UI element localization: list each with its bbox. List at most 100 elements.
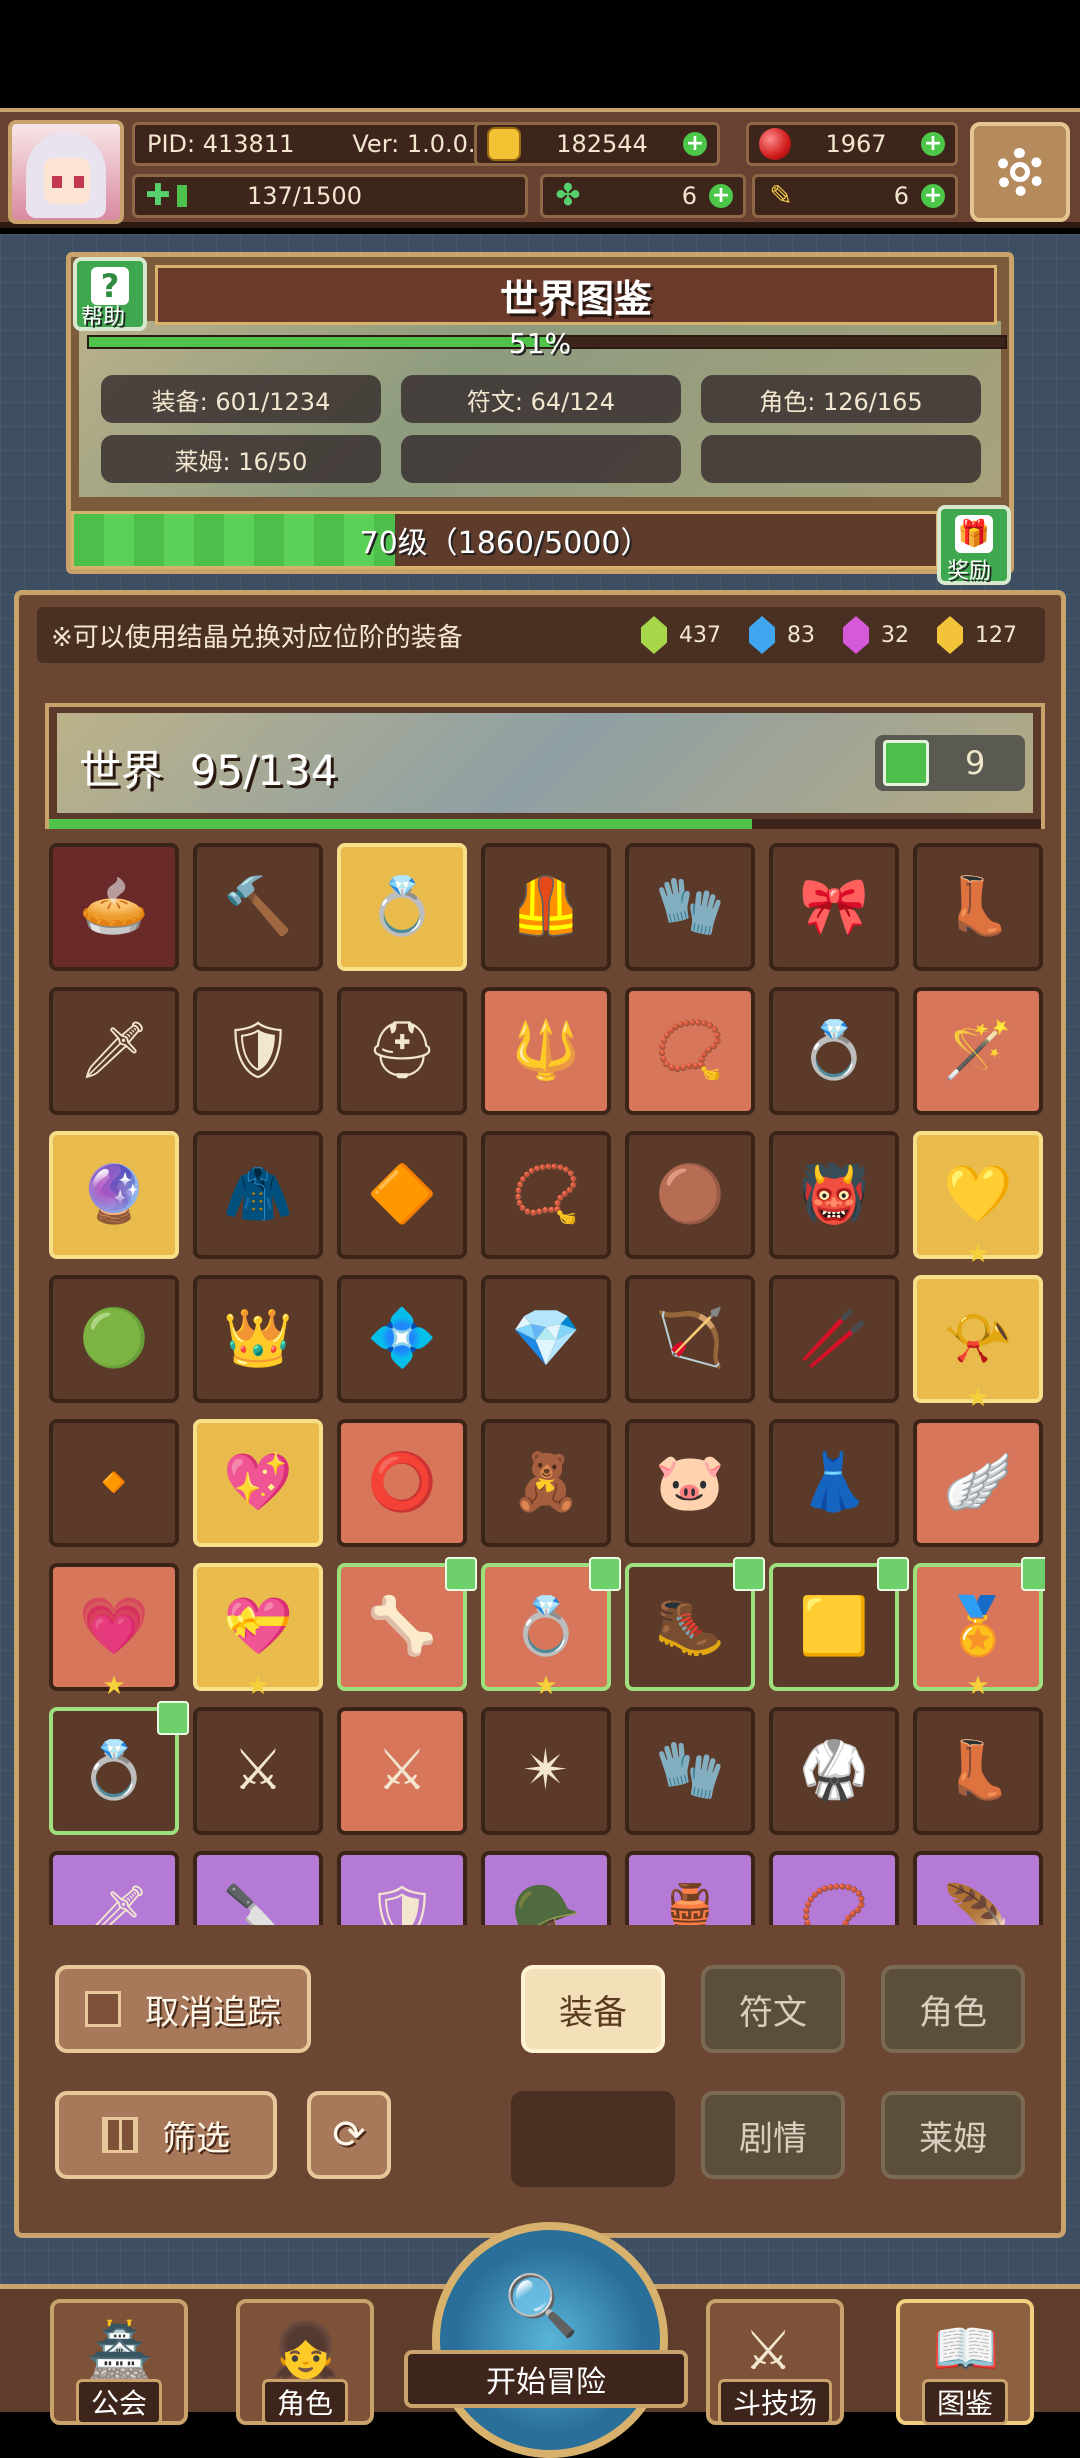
settings-button[interactable] <box>970 122 1070 222</box>
crystal-crest-item[interactable]: 🔱 <box>481 987 611 1115</box>
bow-item[interactable]: 🏹 <box>625 1275 755 1403</box>
purple-sword-item[interactable]: 🗡 <box>49 1851 179 1925</box>
crossed-swords-item[interactable]: ⚔ <box>193 1707 323 1835</box>
purple-feather-item[interactable]: 🪶 <box>913 1851 1043 1925</box>
ring-item[interactable]: 💍 <box>337 843 467 971</box>
filter-label: 筛选 <box>162 2118 230 2159</box>
fire-emblem-icon: 🔸 <box>79 1450 149 1515</box>
orb-item[interactable]: 🔮 <box>49 1131 179 1259</box>
untrack-button[interactable]: 取消追踪 <box>55 1965 311 2053</box>
player-id: PID: 413811 <box>147 130 295 158</box>
cross-emblem-item[interactable]: ✴ <box>481 1707 611 1835</box>
winged-heart-item[interactable]: 🪽 <box>913 1419 1043 1547</box>
dress-item[interactable]: 👗 <box>769 1419 899 1547</box>
magnifier-icon: 🔍 <box>504 2271 579 2341</box>
dark-glove-icon: 🧤 <box>655 1738 725 1803</box>
tab-characters[interactable]: 角色 <box>881 1965 1025 2053</box>
dress-icon: 👗 <box>799 1450 869 1515</box>
tracked-thumb-icon <box>877 1557 909 1591</box>
glove-item[interactable]: 🧤 <box>625 843 755 971</box>
dark-armor-item[interactable]: 🥋 <box>769 1707 899 1835</box>
jewel-necklace-item[interactable]: 💎 <box>481 1275 611 1403</box>
jewel-ring-item[interactable]: 💍 ★ <box>481 1557 621 1701</box>
nav-guild[interactable]: 🏯 公会 <box>50 2299 188 2425</box>
mace-item[interactable]: 🔨 <box>193 843 323 971</box>
necklace-item[interactable]: 📿 <box>625 987 755 1115</box>
gold-necklace-item[interactable]: 💛 ★ <box>913 1131 1043 1269</box>
dark-glove-item[interactable]: 🧤 <box>625 1707 755 1835</box>
refresh-button[interactable]: ⟳ <box>307 2091 391 2179</box>
gold-band-item[interactable]: 📯 ★ <box>913 1275 1043 1413</box>
reward-button[interactable]: 🎁 奖励 <box>937 505 1011 585</box>
character-icon: 👧 <box>272 2319 340 2382</box>
pig-hat-item[interactable]: 🐷 <box>625 1419 755 1547</box>
help-button[interactable]: ? 帮助 <box>73 257 147 331</box>
helmet-item[interactable]: ⛑ <box>337 987 467 1115</box>
add-gold-button[interactable]: + <box>683 132 707 156</box>
start-adventure-button[interactable]: 🔍 开始冒险 <box>392 2222 692 2458</box>
green-ring-item[interactable]: 🟢 <box>49 1275 179 1403</box>
player-avatar[interactable] <box>8 120 124 224</box>
nav-arena[interactable]: ⚔ 斗技场 <box>706 2299 844 2425</box>
purple-necklace-item[interactable]: 📿 <box>769 1851 899 1925</box>
tab-story[interactable]: 剧情 <box>701 2091 845 2179</box>
tab-runes[interactable]: 符文 <box>701 1965 845 2053</box>
star-icon: ★ <box>246 1671 270 1701</box>
likes-box[interactable]: 9 <box>875 735 1025 791</box>
orb-icon: 🔮 <box>79 1162 149 1227</box>
reward-label: 奖励 <box>947 559 992 584</box>
nav-character[interactable]: 👧 角色 <box>236 2299 374 2425</box>
nav-compendium[interactable]: 📖 图鉴 <box>896 2299 1034 2425</box>
medal-necklace-item[interactable]: 🏅 ★ <box>913 1557 1045 1701</box>
staff-item[interactable]: 🥢 <box>769 1275 899 1403</box>
purple-dagger-item[interactable]: 🔪 <box>193 1851 323 1925</box>
amulet-item[interactable]: 🔶 <box>337 1131 467 1259</box>
winged-ring-item[interactable]: 💝 ★ <box>193 1563 323 1701</box>
ring-icon: 💍 <box>367 874 437 939</box>
dark-ring-item[interactable]: 💍 <box>49 1701 189 1835</box>
stone-ring-item[interactable]: 🟤 <box>625 1131 755 1259</box>
heart-flame-item[interactable]: 💖 <box>193 1419 323 1547</box>
fire-emblem-item[interactable]: 🔸 <box>49 1419 179 1547</box>
pink-heart-necklace-item[interactable]: 💗 ★ <box>49 1563 179 1701</box>
empty-slot <box>511 2091 675 2187</box>
gold-bone-item[interactable]: 🦴 <box>337 1557 477 1691</box>
gold-plate-item[interactable]: 🟨 <box>769 1557 909 1691</box>
boots-item[interactable]: 👢 <box>913 843 1043 971</box>
purple-shield-item[interactable]: 🛡 <box>337 1851 467 1925</box>
crown-item[interactable]: 👑 <box>193 1275 323 1403</box>
tab-equipment[interactable]: 装备 <box>521 1965 665 2053</box>
armor-item[interactable]: 🦺 <box>481 843 611 971</box>
dark-necklace-item[interactable]: 📿 <box>481 1131 611 1259</box>
add-key-button[interactable]: + <box>921 184 945 208</box>
shield-item[interactable]: 🛡 <box>193 987 323 1115</box>
belt-item[interactable]: 🎀 <box>769 843 899 971</box>
gold-boots-item[interactable]: 🥾 <box>625 1557 765 1691</box>
tab-slime[interactable]: 莱姆 <box>881 2091 1025 2179</box>
teddy-item[interactable]: 🧸 <box>481 1419 611 1547</box>
flame-ring-item[interactable]: ⭕ <box>337 1419 467 1547</box>
gold-necklace-icon: 💛 <box>943 1162 1013 1227</box>
red-swords-item[interactable]: ⚔ <box>337 1707 467 1835</box>
clover-icon: ✤ <box>555 178 581 213</box>
world-progress-fill <box>49 819 753 829</box>
cloak-item[interactable]: 🧥 <box>193 1131 323 1259</box>
gem-emblem-item[interactable]: 💠 <box>337 1275 467 1403</box>
hat-item[interactable]: 🥧 <box>49 843 179 971</box>
add-clover-button[interactable]: + <box>709 184 733 208</box>
red-swords-icon: ⚔ <box>376 1738 428 1803</box>
sword-item[interactable]: 🗡 <box>49 987 179 1115</box>
wand-item[interactable]: 🪄 <box>913 987 1043 1115</box>
heart-flame-icon: 💖 <box>223 1450 293 1515</box>
add-ruby-button[interactable]: + <box>920 132 945 156</box>
purple-armor-item[interactable]: 🏺 <box>625 1851 755 1925</box>
dark-boots-item[interactable]: 👢 <box>913 1707 1043 1835</box>
filter-button[interactable]: 筛选 <box>55 2091 277 2179</box>
necklace-icon: 📿 <box>655 1018 725 1083</box>
gold-crystal-icon <box>937 616 963 654</box>
demon-armor-item[interactable]: 👹 <box>769 1131 899 1259</box>
winged-ring-icon: 💝 <box>223 1594 293 1659</box>
jewel-necklace-icon: 💎 <box>511 1306 581 1371</box>
blue-ring-item[interactable]: 💍 <box>769 987 899 1115</box>
horned-helm-item[interactable]: 🪖 <box>481 1851 611 1925</box>
